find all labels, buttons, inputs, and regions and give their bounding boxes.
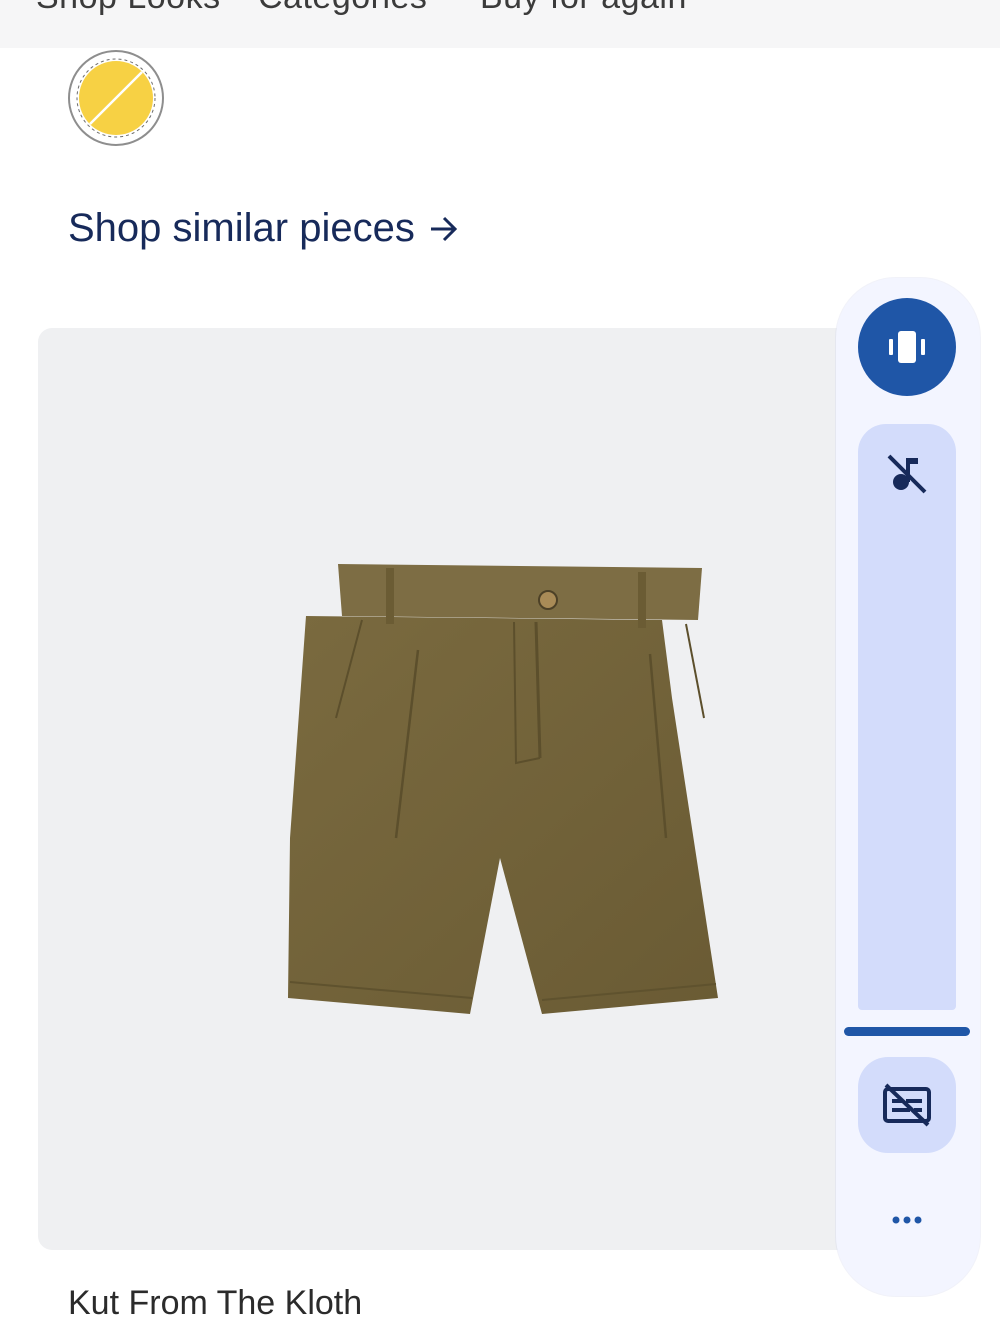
vibrate-icon bbox=[889, 331, 925, 363]
vibrate-button[interactable] bbox=[858, 298, 956, 396]
shop-similar-link[interactable]: Shop similar pieces bbox=[68, 206, 459, 251]
more-options-button[interactable] bbox=[882, 1200, 932, 1240]
color-swatch[interactable] bbox=[68, 50, 164, 146]
volume-slider[interactable] bbox=[858, 424, 956, 1010]
shop-similar-label: Shop similar pieces bbox=[68, 206, 415, 250]
product-card[interactable] bbox=[38, 328, 868, 1250]
tab-categories[interactable]: Categories bbox=[258, 0, 427, 17]
captions-off-icon bbox=[883, 1083, 931, 1127]
product-brand[interactable]: Kut From The Kloth bbox=[68, 1284, 362, 1323]
captions-button[interactable] bbox=[858, 1057, 956, 1153]
category-tab-bar: Shop Looks Categories Buy for again bbox=[0, 0, 1000, 48]
tab-buy-again[interactable]: Buy for again bbox=[480, 0, 687, 17]
arrow-right-icon bbox=[429, 215, 459, 243]
more-horizontal-icon bbox=[892, 1216, 922, 1224]
shorts-image bbox=[288, 564, 718, 1014]
product-image[interactable] bbox=[278, 558, 718, 1023]
volume-panel bbox=[836, 278, 980, 1296]
product-page: Shop Looks Categories Buy for again Shop… bbox=[0, 0, 1000, 1330]
swatch-icon bbox=[76, 58, 156, 138]
tab-shop-looks[interactable]: Shop Looks bbox=[36, 0, 221, 17]
volume-level-indicator bbox=[844, 1027, 970, 1036]
music-off-icon[interactable] bbox=[883, 450, 931, 503]
